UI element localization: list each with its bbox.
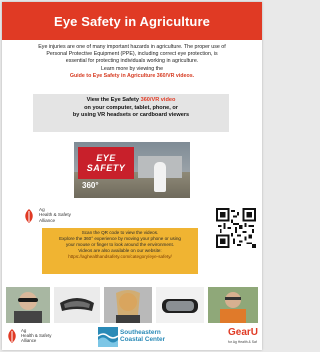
website-link[interactable]: https://aghealthandsafety.com/category/e…: [42, 254, 198, 260]
thumbnail-person: [154, 162, 166, 192]
intro-line-4: Learn more by viewing the: [100, 65, 164, 72]
view-line-3: by using VR headsets or cardboard viewer…: [72, 112, 190, 119]
coastal-line-1: Southeastern: [120, 329, 161, 336]
ag-leaf-icon: [25, 209, 33, 223]
intro-text: Eye injuries are one of many important h…: [8, 44, 256, 80]
intro-line-1: Eye injuries are one of many important h…: [38, 44, 226, 50]
gear-logo-title: GearU: [228, 327, 259, 338]
wave-icon: [98, 327, 118, 347]
ag-logo-line-3: Alliance: [39, 217, 56, 223]
flyer-page: Eye Safety in Agriculture Eye injuries a…: [2, 2, 262, 350]
vr-video-text: 360/VR video: [140, 97, 176, 103]
view-line-1-text: View the Eye Safety: [86, 97, 141, 103]
photo-sunglasses-person: [6, 287, 50, 323]
ag-footer-line-3: Alliance: [21, 338, 37, 344]
photo-person-in-field: [208, 287, 258, 323]
eye-safety-tile: EYE SAFETY: [78, 147, 134, 179]
coastal-center-logo: Southeastern Coastal Center: [98, 325, 182, 349]
ag-logo-footer: Ag Health & Safety Alliance: [5, 325, 65, 349]
safety-word-2: SAFETY: [86, 163, 126, 173]
title-banner: Eye Safety in Agriculture: [2, 2, 262, 40]
intro-line-2: Personal Protective Equipment (PPE), inc…: [46, 51, 218, 58]
view-line-2: on your computer, tablet, phone, or: [84, 104, 178, 111]
view-line-1: View the Eye Safety 360/VR video: [33, 97, 229, 105]
guide-link[interactable]: Guide to Eye Safety in Agriculture 360/V…: [8, 73, 256, 80]
photo-safety-glasses: [54, 287, 100, 323]
qr-code[interactable]: [216, 208, 256, 248]
page-title: Eye Safety in Agriculture: [54, 13, 210, 29]
coastal-text: Southeastern Coastal Center: [120, 329, 165, 344]
view-instructions-box: View the Eye Safety 360/VR video on your…: [33, 94, 229, 132]
badge-360: 360°: [82, 181, 99, 190]
safety-word-1: EYE: [96, 153, 116, 163]
photo-face-shield-person: [104, 287, 152, 323]
gear-logo-subtitle: for Ag Health & Saf: [228, 340, 257, 344]
ag-logo-text: Ag Health & Safety Alliance: [39, 207, 71, 223]
intro-line-3: essential for protecting individuals wor…: [65, 58, 199, 65]
scan-instructions-box: Scan the QR code to view the videos. Exp…: [42, 228, 198, 274]
ag-footer-text: Ag Health & Safety Alliance: [21, 328, 52, 344]
gear-up-logo: GearU for Ag Health & Saf: [228, 325, 262, 349]
video-thumbnail[interactable]: EYE SAFETY 360°: [74, 142, 190, 198]
ag-logo-middle: Ag Health & Safety Alliance: [22, 206, 102, 226]
ag-leaf-icon: [8, 329, 16, 343]
photo-goggles: [156, 287, 204, 323]
coastal-line-2: Coastal Center: [120, 336, 166, 344]
